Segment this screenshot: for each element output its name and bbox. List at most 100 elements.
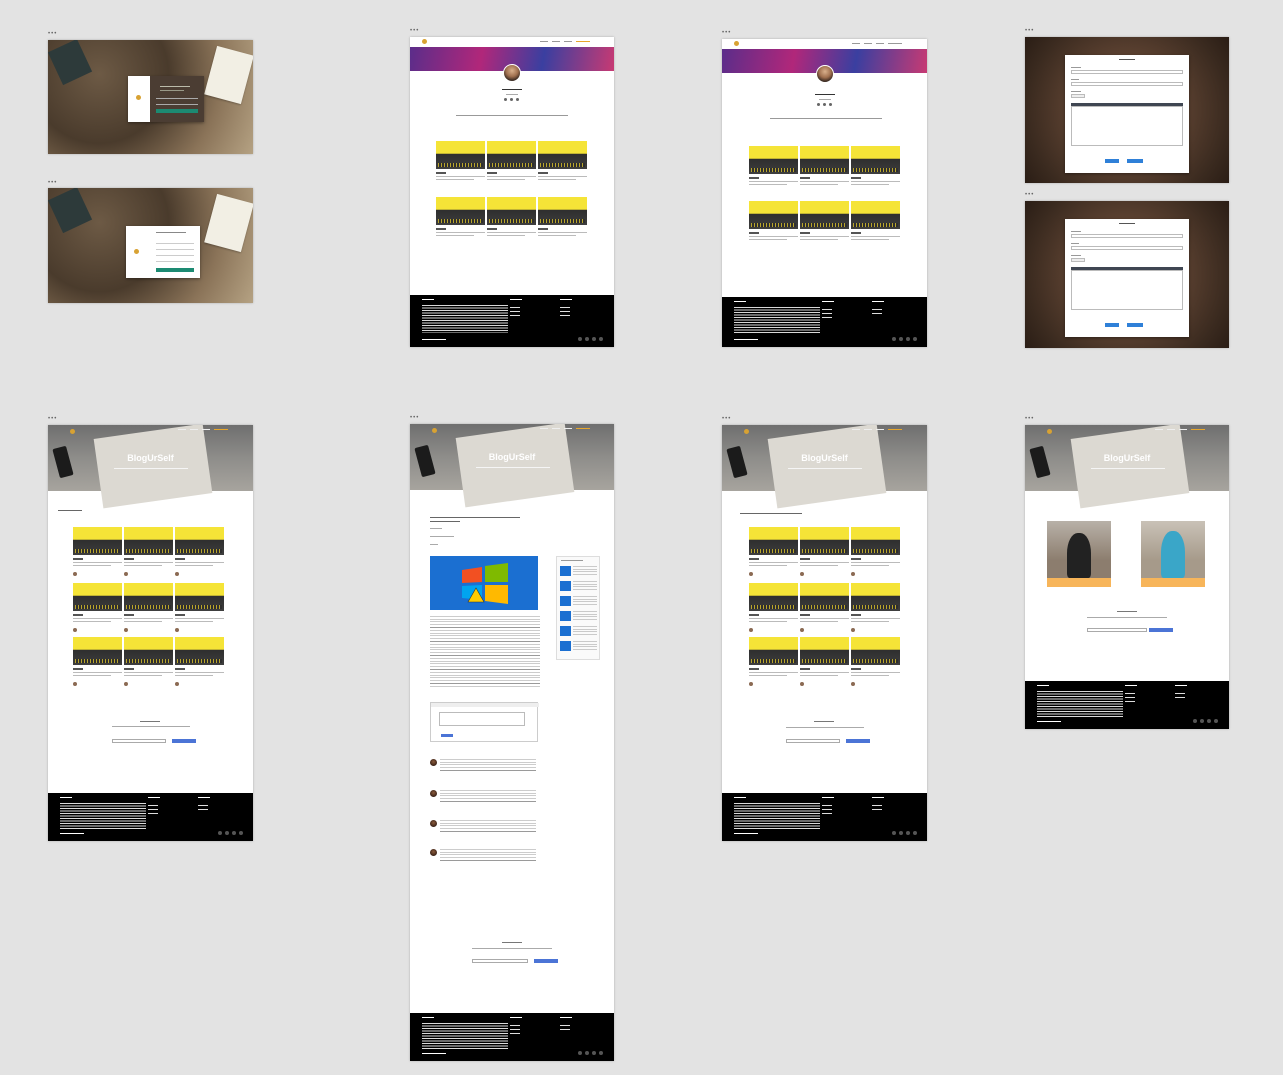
post-card[interactable] (124, 637, 173, 689)
choose-file-button[interactable] (1071, 258, 1085, 262)
post-card[interactable] (800, 527, 849, 579)
social-icon[interactable] (599, 1051, 603, 1055)
footer-link[interactable] (510, 307, 520, 308)
footer-link[interactable] (822, 313, 832, 314)
social-icon[interactable] (1207, 719, 1211, 723)
social-icon[interactable] (899, 337, 903, 341)
social-icon[interactable] (906, 337, 910, 341)
related-post-title[interactable] (573, 581, 597, 591)
footer-link[interactable] (560, 311, 570, 312)
post-card[interactable] (851, 583, 900, 635)
artboard-add-post[interactable] (1025, 37, 1229, 183)
social-icon[interactable] (592, 337, 596, 341)
artboard-about[interactable]: BlogUrSelf (1025, 425, 1229, 729)
nav-link-categories[interactable] (864, 429, 872, 430)
cancel-button[interactable] (1127, 159, 1143, 163)
footer-link[interactable] (148, 805, 158, 806)
footer-link[interactable] (822, 309, 832, 310)
post-card[interactable] (800, 637, 849, 689)
password-field[interactable] (156, 255, 194, 256)
post-card[interactable] (800, 583, 849, 635)
social-icon[interactable] (892, 337, 896, 341)
social-icon[interactable] (225, 831, 229, 835)
footer-link[interactable] (872, 313, 882, 314)
save-button[interactable] (1105, 159, 1119, 163)
post-card[interactable] (436, 197, 485, 249)
artboard-menu-icon[interactable]: ••• (410, 28, 419, 34)
post-card[interactable] (487, 141, 536, 193)
footer-link[interactable] (1125, 701, 1135, 702)
subscribe-button[interactable] (172, 739, 196, 743)
nav-link-home[interactable] (178, 429, 186, 430)
post-card[interactable] (538, 141, 587, 193)
artboard-profile-variant[interactable] (722, 39, 927, 347)
artboard-menu-icon[interactable]: ••• (1025, 192, 1034, 198)
nav-link-about[interactable] (564, 428, 572, 429)
post-card[interactable] (538, 197, 587, 249)
social-icon[interactable] (510, 98, 513, 101)
social-icon[interactable] (1193, 719, 1197, 723)
nav-link-profile[interactable] (214, 429, 228, 430)
social-icon[interactable] (578, 337, 582, 341)
footer-link[interactable] (1125, 697, 1135, 698)
cancel-button[interactable] (1127, 323, 1143, 327)
artboard-menu-icon[interactable]: ••• (410, 415, 419, 421)
post-card[interactable] (175, 637, 224, 689)
related-post-title[interactable] (573, 626, 597, 636)
content-editor[interactable] (1071, 270, 1183, 310)
footer-link[interactable] (822, 813, 832, 814)
footer-link[interactable] (510, 315, 520, 316)
post-card[interactable] (800, 201, 849, 253)
related-post-thumb[interactable] (560, 566, 571, 576)
related-post-thumb[interactable] (560, 626, 571, 636)
logo-icon[interactable] (70, 429, 75, 434)
social-icon[interactable] (1214, 719, 1218, 723)
artboard-menu-icon[interactable]: ••• (1025, 416, 1034, 422)
post-card[interactable] (73, 527, 122, 579)
nav-link-profile[interactable] (888, 43, 902, 44)
footer-link[interactable] (872, 805, 882, 806)
logo-icon[interactable] (1047, 429, 1052, 434)
footer-link[interactable] (560, 1029, 570, 1030)
artboard-menu-icon[interactable]: ••• (1025, 28, 1034, 34)
artboard-profile[interactable] (410, 37, 614, 347)
related-post-title[interactable] (573, 641, 597, 651)
social-icon[interactable] (817, 103, 820, 106)
footer-link[interactable] (872, 809, 882, 810)
artboard-signup[interactable] (48, 188, 253, 303)
logo-icon[interactable] (744, 429, 749, 434)
nav-link-about[interactable] (876, 43, 884, 44)
newsletter-email-input[interactable] (786, 739, 840, 743)
social-icon[interactable] (892, 831, 896, 835)
artboard-menu-icon[interactable]: ••• (48, 180, 57, 186)
logo-icon[interactable] (422, 39, 427, 44)
nav-link-categories[interactable] (552, 41, 560, 42)
post-card[interactable] (436, 141, 485, 193)
post-card[interactable] (800, 146, 849, 198)
artboard-menu-icon[interactable]: ••• (722, 30, 731, 36)
related-post-thumb[interactable] (560, 581, 571, 591)
social-icon[interactable] (1200, 719, 1204, 723)
post-card[interactable] (73, 583, 122, 635)
post-card[interactable] (749, 527, 798, 579)
post-card[interactable] (124, 583, 173, 635)
newsletter-email-input[interactable] (1087, 628, 1147, 632)
post-card[interactable] (73, 637, 122, 689)
footer-link[interactable] (198, 805, 208, 806)
signup-button[interactable] (156, 268, 194, 272)
social-icon[interactable] (516, 98, 519, 101)
logo-icon[interactable] (432, 428, 437, 433)
nav-link-about[interactable] (564, 41, 572, 42)
artboard-home[interactable]: BlogUrSelf (48, 425, 253, 841)
footer-link[interactable] (510, 1033, 520, 1034)
nav-link-about[interactable] (1179, 429, 1187, 430)
subscribe-button[interactable] (1149, 628, 1173, 632)
footer-link[interactable] (1175, 697, 1185, 698)
footer-link[interactable] (510, 311, 520, 312)
related-post-title[interactable] (573, 596, 597, 606)
social-icon[interactable] (906, 831, 910, 835)
nav-link-home[interactable] (852, 429, 860, 430)
update-button[interactable] (1105, 323, 1119, 327)
nav-link-categories[interactable] (552, 428, 560, 429)
related-post-thumb[interactable] (560, 596, 571, 606)
